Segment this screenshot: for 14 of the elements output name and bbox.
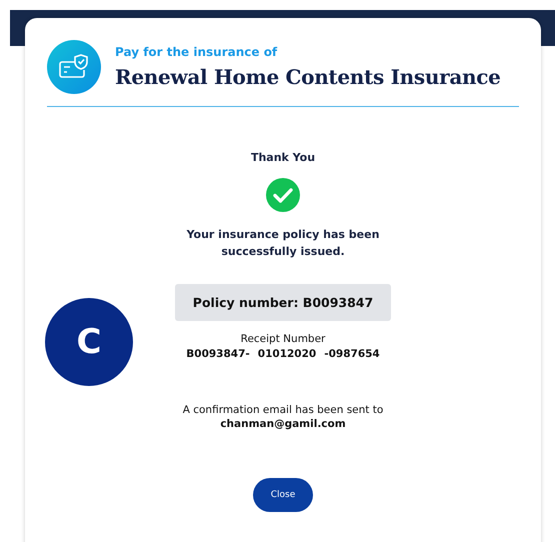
check-circle-icon	[266, 178, 300, 212]
close-button[interactable]: Close	[253, 478, 313, 512]
success-message: Your insurance policy has been successfully issued.	[186, 227, 380, 260]
receipt-number: 01012020	[258, 348, 316, 360]
receipt-number: -0987654	[324, 348, 380, 360]
card-shield-icon	[47, 40, 101, 94]
dialog-title: Renewal Home Contents Insurance	[115, 65, 501, 89]
subtitle: Pay for the insurance of	[115, 45, 278, 59]
receipt-number: B0093847-	[186, 348, 250, 360]
receipt-label: Receipt Number	[240, 333, 326, 345]
policy-number: Policy number: B0093847	[174, 284, 392, 321]
email-address: chanman@gamil.com	[220, 418, 346, 430]
thank-you-heading: Thank You	[250, 151, 316, 164]
email-note: A confirmation email has been sent to	[182, 404, 384, 416]
